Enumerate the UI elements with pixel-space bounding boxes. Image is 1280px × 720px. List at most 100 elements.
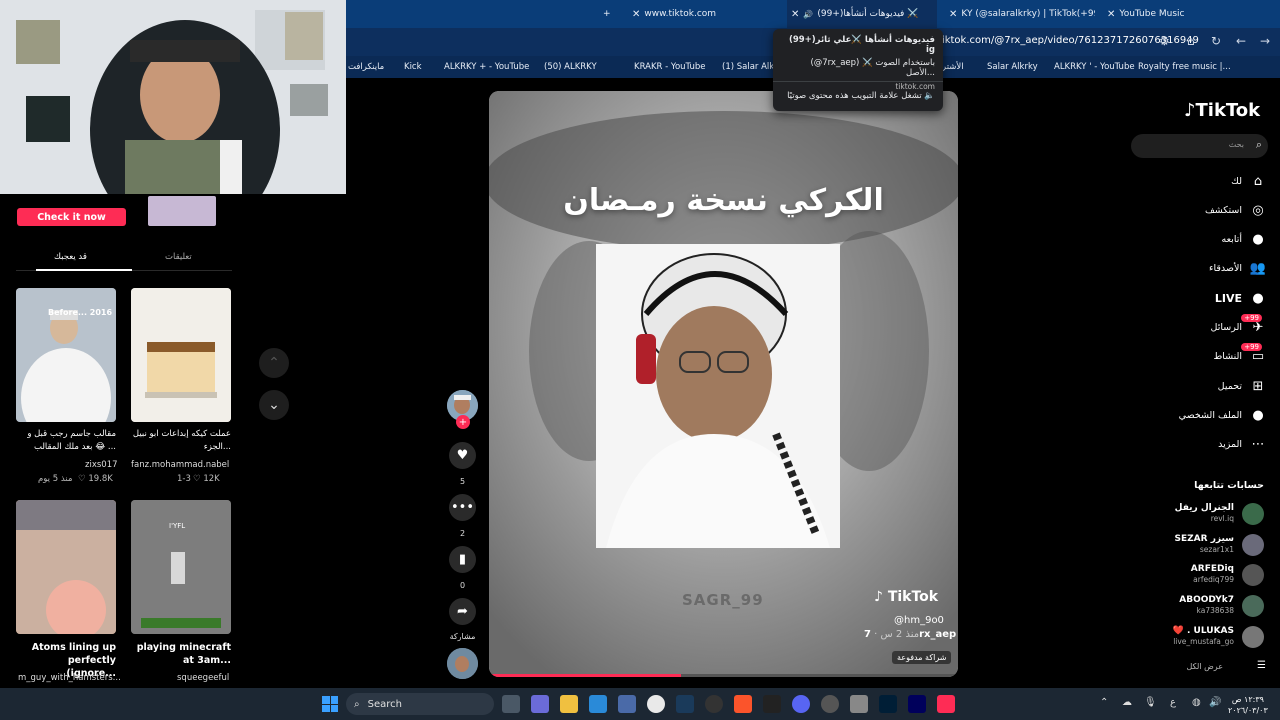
bookmark[interactable]: Salar Alkrky: [987, 62, 1038, 72]
language-indicator[interactable]: ع: [1170, 697, 1176, 708]
discord-icon[interactable]: [792, 695, 810, 713]
previous-video-button[interactable]: ⌃: [259, 348, 289, 378]
video-card-thumbnail[interactable]: Before... 2016: [16, 288, 116, 422]
tab-profile[interactable]: ✕ KY (@salaralkrky) | TikTok(+99): [945, 0, 1095, 28]
video-card-author[interactable]: m_guy_with_hamsters...: [18, 673, 121, 683]
tab-comments[interactable]: تعليقات: [165, 252, 192, 262]
tiktok-app-icon[interactable]: [937, 695, 955, 713]
tab-active-video[interactable]: ✕ 🔊 (99+)فيديوهات أنشأها ⚔️: [787, 0, 937, 28]
sidebar-nav-item[interactable]: أتابعه ●: [1222, 228, 1267, 250]
tiktok-watermark: ♪ TikTok: [874, 589, 939, 605]
sidebar-nav-item[interactable]: LIVE ●: [1215, 287, 1266, 309]
share-icon[interactable]: ➦: [449, 598, 476, 625]
video-card-title[interactable]: مقالب جاسم رجب قبل و بعد ملك المقالب 😂 .…: [16, 428, 116, 454]
mic-icon[interactable]: 🎙: [1144, 697, 1157, 708]
search-icon[interactable]: ⌕: [1256, 138, 1262, 152]
capcut-icon[interactable]: [763, 695, 781, 713]
bookmark[interactable]: Kick: [404, 62, 422, 72]
home-browser-icon[interactable]: ⌂: [1187, 34, 1195, 48]
wifi-icon[interactable]: ◍: [1192, 697, 1201, 708]
tray-chevron-icon[interactable]: ⌃: [1100, 697, 1108, 708]
bookmark[interactable]: (50) ALKRKY: [544, 62, 597, 72]
next-video-button[interactable]: ⌄: [259, 390, 289, 420]
sidebar-nav-item[interactable]: لك ⌂: [1231, 170, 1266, 192]
following-account[interactable]: SEZAR سيزر sezar1x1: [1124, 534, 1264, 558]
bookmark[interactable]: ALKRKY ' - YouTube: [1054, 62, 1135, 72]
follow-plus-icon[interactable]: +: [456, 415, 470, 429]
bookmark[interactable]: Royalty free music |...: [1138, 62, 1231, 72]
tab-tiktok-home[interactable]: ✕ www.tiktok.com: [628, 0, 758, 28]
video-card-author[interactable]: zixs017: [85, 460, 118, 470]
close-icon[interactable]: ✕: [1107, 9, 1115, 20]
bookmark[interactable]: KRAKR - YouTube: [634, 62, 705, 72]
video-card-title[interactable]: عملت كيكه إبداعات ابو نبيل الجزء...: [131, 428, 231, 454]
following-account[interactable]: الجنرال ريفل revl.iq: [1124, 503, 1264, 527]
video-card-thumbnail[interactable]: [16, 500, 116, 634]
sidebar-nav-item[interactable]: استكشف ◎: [1205, 199, 1266, 221]
check-it-now-button[interactable]: Check it now: [17, 208, 126, 226]
video-card-author[interactable]: squeegeeful: [177, 673, 229, 683]
sidebar-nav-label: النشاط: [1213, 350, 1242, 362]
sidebar-nav-item[interactable]: الأصدقاء 👥: [1209, 257, 1266, 279]
settings-icon[interactable]: [705, 695, 723, 713]
video-card-thumbnail[interactable]: I'YFL: [131, 500, 231, 634]
tune-icon[interactable]: ⚙: [1159, 34, 1170, 48]
tiktok-logo[interactable]: ♪TikTok: [1184, 100, 1260, 121]
taskbar-search[interactable]: ⌕ Search: [346, 693, 494, 715]
cloud-icon[interactable]: ☁: [1122, 697, 1132, 708]
bookmark[interactable]: ALKRKY + - YouTube: [444, 62, 529, 72]
bookmark[interactable]: ماينكرافت: [348, 62, 384, 72]
bookmark[interactable]: الأشتر: [942, 62, 964, 72]
reload-icon[interactable]: ↻: [1211, 34, 1221, 48]
copilot-icon[interactable]: [531, 695, 549, 713]
volume-icon[interactable]: 🔊: [1209, 697, 1221, 708]
new-tab-label: +: [603, 9, 611, 19]
likes-value: 12K: [203, 474, 220, 484]
list-icon[interactable]: ☰: [1257, 660, 1266, 671]
close-icon[interactable]: ✕: [791, 9, 799, 20]
see-all-link[interactable]: عرض الكل: [1186, 662, 1223, 671]
tab-youtube-music[interactable]: ✕ YouTube Music: [1103, 0, 1233, 28]
obs-icon[interactable]: [821, 695, 839, 713]
video-card-thumbnail[interactable]: [131, 288, 231, 422]
sidebar-nav-item[interactable]: تحميل ⊞: [1218, 375, 1266, 397]
following-account[interactable]: ABOODYk7 ka738638: [1124, 595, 1264, 619]
new-tab-button[interactable]: +: [603, 0, 611, 28]
close-icon[interactable]: ✕: [949, 9, 957, 20]
app-icon[interactable]: [850, 695, 868, 713]
video-card-author[interactable]: fanz.mohammad.nabel: [131, 460, 229, 470]
video-player[interactable]: الكركي نسخة رمـضان SAGR_99 ♪ TikTok @hm_…: [489, 91, 958, 677]
forward-icon[interactable]: →: [1260, 34, 1270, 48]
chrome-icon[interactable]: [647, 695, 665, 713]
video-title: الكركي نسخة رمـضان: [563, 183, 884, 218]
screen: + ✕ www.tiktok.com ✕ 🔊 (99+)فيديوهات أنش…: [0, 0, 1280, 720]
system-clock[interactable]: ١٢:٣٩ ص ٢٠٢٦/٠٣/٠٣: [1228, 694, 1268, 716]
sidebar-nav-item[interactable]: الملف الشخصي ●: [1179, 404, 1266, 426]
search-input[interactable]: بحث ⌕: [1131, 134, 1268, 158]
video-watermark: SAGR_99: [682, 591, 764, 609]
file-explorer-icon[interactable]: [560, 695, 578, 713]
store-icon[interactable]: [618, 695, 636, 713]
top-thumbnail[interactable]: [148, 196, 216, 226]
back-icon[interactable]: ←: [1236, 34, 1246, 48]
video-progress-bar[interactable]: [489, 674, 958, 677]
comment-icon[interactable]: •••: [449, 494, 476, 521]
following-account[interactable]: ARFEDiq arfediq799: [1124, 564, 1264, 588]
bookmark-icon[interactable]: ▮: [449, 546, 476, 573]
video-card-title[interactable]: playing minecraft at 3am...: [131, 641, 231, 667]
brave-icon[interactable]: [734, 695, 752, 713]
windows-taskbar: ⌕ Search ⌃ ☁ 🎙 ع ◍ 🔊 ١٢:٣٩ ص ٢٠٢٦/٠٣/٠٣: [0, 688, 1280, 720]
task-view-icon[interactable]: [502, 695, 520, 713]
tab-you-may-like[interactable]: قد يعجبك: [54, 252, 87, 262]
sound-disc-avatar[interactable]: [447, 648, 478, 679]
like-heart-icon[interactable]: ♥: [449, 442, 476, 469]
steam-icon[interactable]: [676, 695, 694, 713]
photoshop-icon[interactable]: [879, 695, 897, 713]
premiere-icon[interactable]: [908, 695, 926, 713]
upload-icon: ⊞: [1252, 378, 1264, 394]
close-icon[interactable]: ✕: [632, 9, 640, 20]
following-account[interactable]: ❤️ . ULUKAS live_mustafa_go: [1124, 626, 1264, 650]
windows-start-icon[interactable]: [322, 696, 338, 712]
sidebar-nav-item[interactable]: المزيد ⋯: [1218, 433, 1266, 455]
edge-icon[interactable]: [589, 695, 607, 713]
